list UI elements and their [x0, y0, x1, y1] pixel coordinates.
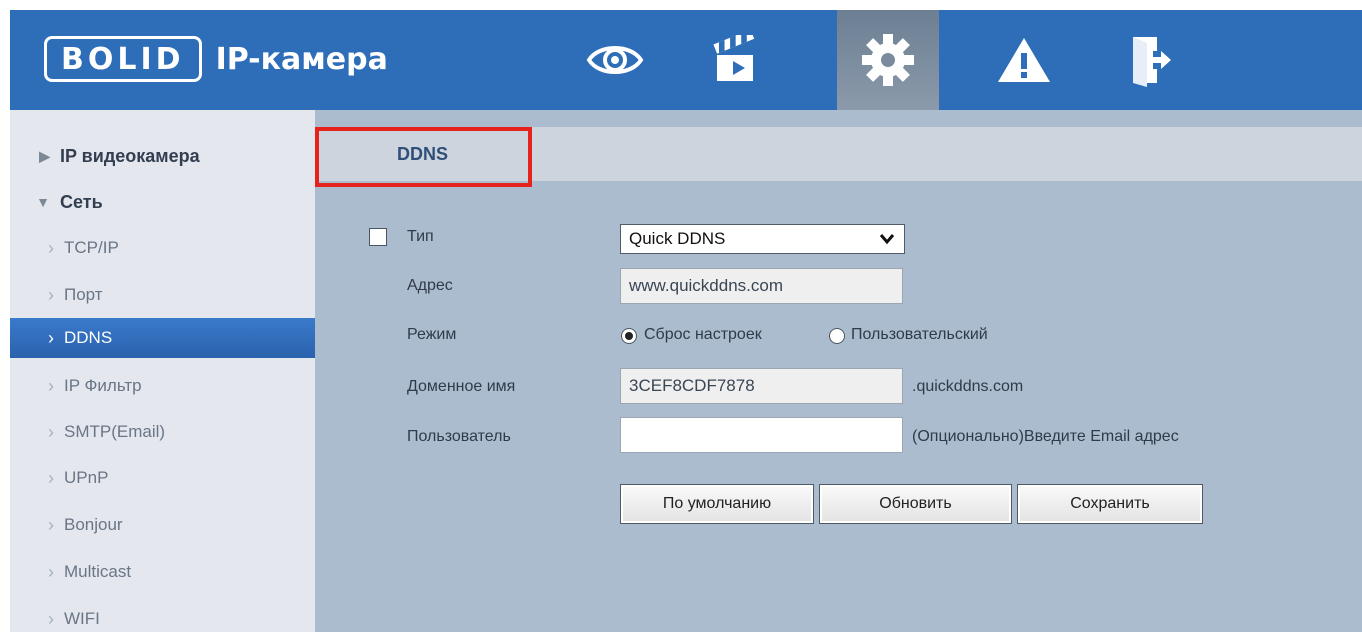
logout-button[interactable] — [1107, 10, 1195, 110]
collapse-arrow-icon: ▼ — [36, 194, 50, 210]
sidebar-item-label: WIFI — [64, 609, 100, 628]
brand-logo: BOLID IP-камера — [44, 36, 388, 82]
address-field[interactable]: www.quickddns.com — [620, 268, 903, 304]
sidebar-item-label: Multicast — [64, 562, 132, 581]
sidebar-item-network[interactable]: ▼ Сеть — [10, 182, 315, 222]
ddns-type-value: Quick DDNS — [629, 229, 726, 248]
settings-button[interactable] — [837, 10, 939, 110]
sidebar: ▶ IP видеокамера ▼ Сеть › TCP/IP › Порт … — [10, 110, 315, 632]
sidebar-item-multicast[interactable]: › Multicast — [10, 552, 315, 592]
clapperboard-icon — [713, 35, 755, 81]
logo-mark: BOLID — [44, 36, 202, 82]
sidebar-item-ddns[interactable]: › DDNS — [10, 318, 315, 358]
sidebar-item-label: Сеть — [60, 191, 103, 212]
gear-icon — [862, 34, 914, 86]
domain-label: Доменное имя — [407, 378, 516, 395]
eye-icon — [586, 46, 644, 74]
sidebar-item-port[interactable]: › Порт — [10, 275, 315, 315]
chevron-right-icon: › — [48, 421, 54, 442]
user-label: Пользователь — [407, 428, 511, 445]
playback-button[interactable] — [693, 10, 781, 110]
alarm-button[interactable] — [980, 10, 1068, 110]
top-bar: BOLID IP-камера — [10, 10, 1362, 110]
mode-label: Режим — [407, 326, 457, 343]
chevron-right-icon: › — [48, 608, 54, 629]
chevron-right-icon: › — [48, 237, 54, 258]
warning-icon — [998, 38, 1050, 82]
chevron-down-icon — [879, 234, 895, 245]
app-title: IP-камера — [215, 41, 388, 77]
default-button[interactable]: По умолчанию — [620, 484, 814, 524]
sidebar-item-label: Bonjour — [64, 515, 123, 534]
chevron-right-icon: › — [48, 375, 54, 396]
sidebar-item-label: Порт — [64, 285, 103, 304]
sidebar-item-label: IP видеокамера — [60, 145, 200, 166]
chevron-right-icon: › — [48, 327, 54, 348]
sidebar-item-tcpip[interactable]: › TCP/IP — [10, 228, 315, 268]
domain-field[interactable]: 3CEF8CDF7878 — [620, 368, 903, 404]
sidebar-item-bonjour[interactable]: › Bonjour — [10, 505, 315, 545]
chevron-right-icon: › — [48, 514, 54, 535]
sidebar-item-wifi[interactable]: › WIFI — [10, 599, 315, 639]
sidebar-item-label: SMTP(Email) — [64, 422, 166, 441]
chevron-right-icon: › — [48, 467, 54, 488]
logout-icon — [1133, 37, 1171, 87]
mode-custom-radio[interactable] — [829, 328, 845, 344]
ddns-type-select[interactable]: Quick DDNS — [620, 224, 905, 254]
user-hint: (Опционально)Введите Email адрес — [912, 428, 1179, 445]
sidebar-item-label: DDNS — [64, 328, 113, 347]
mode-custom-label: Пользовательский — [851, 326, 988, 343]
address-label: Адрес — [407, 277, 453, 294]
user-email-input[interactable] — [620, 417, 903, 453]
sidebar-item-smtp[interactable]: › SMTP(Email) — [10, 412, 315, 452]
chevron-right-icon: › — [48, 561, 54, 582]
chevron-right-icon: › — [48, 284, 54, 305]
domain-suffix: .quickddns.com — [912, 378, 1024, 395]
mode-default-label: Сброс настроек — [644, 326, 762, 343]
refresh-button[interactable]: Обновить — [819, 484, 1012, 524]
sidebar-item-ip-filter[interactable]: › IP Фильтр — [10, 366, 315, 406]
tab-highlight-frame — [315, 127, 532, 187]
type-label: Тип — [407, 228, 434, 245]
sidebar-item-ip-camera[interactable]: ▶ IP видеокамера — [10, 136, 315, 176]
mode-default-radio[interactable] — [621, 328, 637, 344]
sidebar-item-label: IP Фильтр — [64, 376, 142, 395]
sidebar-item-label: UPnP — [64, 468, 109, 487]
content-panel: DDNS Тип Quick DDNS Адрес www.quickddns.… — [315, 110, 1362, 632]
save-button[interactable]: Сохранить — [1017, 484, 1203, 524]
sidebar-item-label: TCP/IP — [64, 238, 119, 257]
ddns-enable-checkbox[interactable] — [369, 228, 387, 246]
live-view-button[interactable] — [571, 10, 659, 110]
expand-arrow-icon: ▶ — [39, 147, 50, 164]
sidebar-item-upnp[interactable]: › UPnP — [10, 458, 315, 498]
